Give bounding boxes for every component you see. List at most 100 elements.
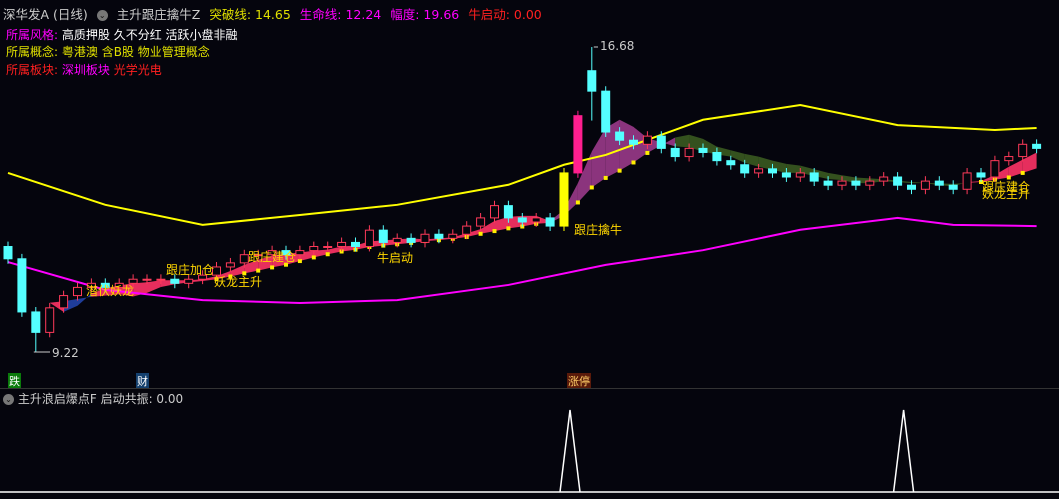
ma-dot: [256, 268, 261, 273]
candle: [712, 151, 722, 162]
indicator-panel-name[interactable]: 主升浪启爆点F: [18, 392, 97, 406]
candle: [559, 172, 569, 227]
candle: [615, 131, 625, 141]
candle: [531, 217, 541, 223]
candle: [1032, 143, 1042, 149]
indicator-panel-header: ⌄ 主升浪启爆点F 启动共振: 0.00: [3, 390, 183, 407]
ma-dot: [311, 255, 316, 260]
candle: [990, 160, 1000, 178]
candle: [337, 241, 347, 248]
ma-dot: [478, 231, 483, 236]
candle: [976, 172, 986, 178]
candle: [642, 135, 652, 145]
indicator-spike: [892, 409, 915, 493]
candle: [406, 237, 416, 243]
candle: [448, 233, 458, 239]
candle: [323, 246, 333, 249]
candle: [59, 295, 69, 309]
ribbon-segment: [147, 280, 161, 293]
candle: [573, 115, 583, 174]
indicator-panel-value: 启动共振: 0.00: [100, 392, 184, 406]
candle: [17, 258, 27, 313]
candle: [364, 229, 374, 248]
finance-tag[interactable]: 财: [136, 373, 149, 389]
candle: [309, 246, 319, 252]
candle: [795, 172, 805, 178]
candle: [629, 139, 638, 145]
ma-dot: [270, 265, 275, 270]
candle: [684, 147, 694, 158]
candle: [31, 311, 41, 333]
ribbon-segment: [828, 172, 842, 181]
candle: [768, 168, 777, 174]
annotation-label: 跟庄建仓: [248, 250, 297, 264]
candle: [823, 180, 833, 186]
ma-dot: [506, 226, 511, 231]
candle: [934, 180, 944, 186]
ma-dot: [325, 252, 330, 257]
candle: [351, 241, 360, 248]
panel-divider[interactable]: [0, 388, 1059, 389]
fall-tag[interactable]: 跌: [8, 373, 21, 389]
candle: [907, 184, 916, 190]
candle: [476, 217, 486, 227]
low-price-label: 9.22: [52, 346, 79, 360]
candle: [656, 135, 666, 149]
candle: [893, 176, 903, 186]
ma-dot: [645, 150, 650, 155]
indicator-spike: [559, 409, 581, 493]
ma-dot: [617, 168, 622, 173]
candle: [726, 160, 736, 166]
ribbon-segment: [675, 134, 690, 148]
candle: [503, 205, 513, 219]
candle: [754, 168, 764, 174]
candle: [837, 180, 847, 186]
candle: [517, 217, 527, 223]
limit-up-tag[interactable]: 涨停: [567, 373, 591, 389]
candle: [1018, 143, 1028, 158]
candle: [740, 164, 750, 174]
candle: [45, 307, 55, 333]
ribbon-segment: [1008, 159, 1023, 178]
candle: [490, 205, 499, 219]
candle: [781, 172, 791, 178]
ma-dot: [631, 160, 636, 165]
candle: [587, 70, 597, 92]
candle: [184, 278, 194, 284]
candle: [920, 180, 930, 190]
candle: [462, 225, 472, 235]
ma-dot: [575, 200, 580, 205]
annotation-label: 跟庄加仓: [166, 263, 215, 277]
ma-dot: [603, 175, 608, 180]
ma-dot: [1020, 170, 1025, 175]
high-price-label: 16.68: [600, 39, 635, 53]
candle: [962, 172, 972, 190]
candle: [865, 180, 875, 186]
candle: [601, 90, 611, 133]
candle: [670, 147, 680, 158]
candle: [1004, 156, 1014, 162]
annotation-label: 跟庄擒牛: [574, 223, 623, 237]
ma-dot: [297, 259, 302, 264]
candle: [3, 246, 13, 260]
candle: [225, 262, 235, 268]
lower-band-line: [7, 216, 1037, 304]
candle: [545, 217, 555, 227]
annotation-label: 妖龙主升: [214, 275, 263, 289]
ribbon-segment: [786, 163, 801, 173]
candle: [434, 233, 444, 239]
annotation-label: 妖龙主升: [982, 187, 1031, 201]
candle: [142, 278, 152, 281]
candle: [809, 172, 819, 182]
candle: [851, 180, 861, 186]
ribbon-segment: [35, 301, 50, 303]
price-chart[interactable]: [0, 0, 1059, 499]
candle: [698, 147, 708, 153]
candle: [295, 250, 305, 256]
indicator-toggle-icon[interactable]: ⌄: [3, 394, 14, 405]
candle: [879, 176, 889, 182]
candle: [156, 278, 166, 281]
ma-dot: [492, 229, 497, 234]
candle: [392, 237, 402, 243]
candle: [378, 229, 388, 243]
